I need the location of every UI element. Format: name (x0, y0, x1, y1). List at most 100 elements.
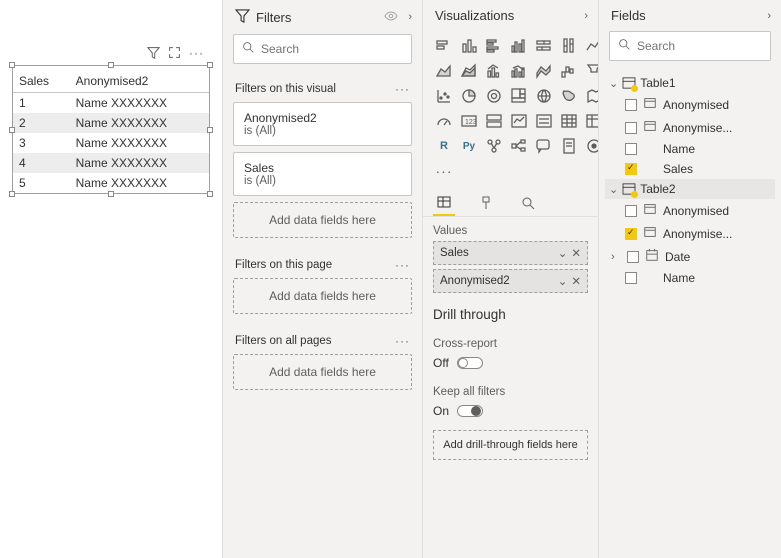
filter-card-sales[interactable]: Sales is (All) (233, 152, 412, 196)
format-tab[interactable] (475, 190, 497, 216)
qa-visual-icon[interactable] (533, 135, 555, 157)
field-item-anonymised[interactable]: Anonymised (605, 93, 775, 116)
field-item-name[interactable]: Name (605, 139, 775, 159)
collapse-pane-icon[interactable]: › (584, 10, 588, 22)
stacked-area-icon[interactable] (458, 60, 480, 82)
field-checkbox[interactable] (625, 163, 637, 175)
table-row[interactable]: 4Name XXXXXXX (13, 153, 209, 173)
table-row[interactable]: 5Name XXXXXXX (13, 173, 209, 193)
collapse-pane-icon[interactable]: › (408, 11, 412, 23)
field-checkbox[interactable] (625, 205, 637, 217)
fields-tab[interactable] (433, 190, 455, 216)
field-checkbox[interactable] (625, 272, 637, 284)
table-row[interactable]: 1Name XXXXXXX (13, 93, 209, 114)
kpi-icon[interactable] (508, 110, 530, 132)
field-checkbox[interactable] (625, 143, 637, 155)
filters-pane: Filters › Filters on this visual ··· Ano… (222, 0, 422, 558)
field-checkbox[interactable] (625, 122, 637, 134)
filled-map-icon[interactable] (558, 85, 580, 107)
slicer-icon[interactable] (533, 110, 555, 132)
value-field-anonymised2[interactable]: Anonymised2 ⌄✕ (433, 269, 588, 293)
field-checkbox[interactable] (625, 99, 637, 111)
filters-search-input[interactable] (261, 42, 416, 56)
table-row[interactable]: 2Name XXXXXXX (13, 113, 209, 133)
fields-search[interactable] (609, 31, 771, 61)
key-influencers-icon[interactable] (483, 135, 505, 157)
hundred-stacked-bar-icon[interactable] (533, 35, 555, 57)
chevron-down-icon[interactable] (609, 77, 618, 90)
field-item-name[interactable]: Name (605, 268, 775, 288)
multi-row-card-icon[interactable] (483, 110, 505, 132)
field-item-anonymise[interactable]: Anonymise... (605, 222, 775, 245)
r-visual-icon[interactable]: R (433, 135, 455, 157)
drill-through-drop[interactable]: Add drill-through fields here (433, 430, 588, 460)
remove-field-icon[interactable]: ✕ (571, 274, 581, 288)
keep-filters-toggle[interactable] (457, 405, 483, 417)
line-clustered-column-icon[interactable] (508, 60, 530, 82)
clustered-column-icon[interactable] (508, 35, 530, 57)
column-header[interactable]: Anonymised2 (70, 70, 209, 93)
field-item-sales[interactable]: Sales (605, 159, 775, 179)
filter-card-anonymised2[interactable]: Anonymised2 is (All) (233, 102, 412, 146)
gauge-icon[interactable] (433, 110, 455, 132)
table-row[interactable]: 3Name XXXXXXX (13, 133, 209, 153)
cross-report-label: Cross-report (423, 330, 598, 354)
field-item-anonymise[interactable]: Anonymise... (605, 116, 775, 139)
report-canvas[interactable]: ··· Sales Anonymised2 1Name XXXXXXX 2Nam… (0, 0, 222, 558)
stacked-column-icon[interactable] (458, 35, 480, 57)
viz-pane-title: Visualizations (435, 8, 514, 23)
python-visual-icon[interactable]: Py (458, 135, 480, 157)
eye-icon[interactable] (384, 9, 398, 26)
field-item-anonymised[interactable]: Anonymised (605, 199, 775, 222)
clustered-bar-icon[interactable] (483, 35, 505, 57)
filters-search[interactable] (233, 34, 412, 64)
area-chart-icon[interactable] (433, 60, 455, 82)
field-checkbox[interactable] (625, 228, 637, 240)
stacked-bar-icon[interactable] (433, 35, 455, 57)
pie-chart-icon[interactable] (458, 85, 480, 107)
more-options-icon[interactable]: ··· (395, 82, 410, 96)
add-page-filter-drop[interactable]: Add data fields here (233, 278, 412, 314)
table-node-table2[interactable]: Table2 (605, 179, 775, 199)
value-field-sales[interactable]: Sales ⌄✕ (433, 241, 588, 265)
field-label: Date (665, 250, 690, 264)
cross-report-toggle[interactable] (457, 357, 483, 369)
chevron-down-icon[interactable]: ⌄ (558, 246, 568, 260)
focus-mode-icon[interactable] (168, 46, 181, 62)
collapse-pane-icon[interactable]: › (767, 10, 771, 22)
filter-icon[interactable] (147, 46, 160, 62)
ribbon-chart-icon[interactable] (533, 60, 555, 82)
more-options-icon[interactable]: ··· (395, 258, 410, 272)
text-field-icon (643, 202, 657, 219)
fields-pane: Fields › Table1 Anonymised Anonymise... (598, 0, 781, 558)
table-icon[interactable] (558, 110, 580, 132)
more-options-icon[interactable]: ··· (395, 334, 410, 348)
remove-field-icon[interactable]: ✕ (571, 246, 581, 260)
map-icon[interactable] (533, 85, 555, 107)
paginated-report-icon[interactable] (558, 135, 580, 157)
field-item-date[interactable]: Date (605, 245, 775, 268)
analytics-tab[interactable] (517, 190, 539, 216)
more-options-icon[interactable]: ··· (189, 46, 204, 62)
hundred-stacked-column-icon[interactable] (558, 35, 580, 57)
decomposition-tree-icon[interactable] (508, 135, 530, 157)
column-header[interactable]: Sales (13, 70, 70, 93)
chevron-right-icon[interactable] (611, 251, 621, 263)
table-node-table1[interactable]: Table1 (605, 73, 775, 93)
chevron-down-icon[interactable] (609, 183, 618, 196)
field-checkbox[interactable] (627, 251, 639, 263)
fields-search-input[interactable] (637, 39, 781, 53)
table-visual[interactable]: Sales Anonymised2 1Name XXXXXXX 2Name XX… (12, 65, 210, 194)
add-visual-filter-drop[interactable]: Add data fields here (233, 202, 412, 238)
search-icon (242, 41, 255, 57)
more-visuals-icon[interactable]: ··· (433, 160, 455, 182)
line-column-icon[interactable] (483, 60, 505, 82)
waterfall-icon[interactable] (558, 60, 580, 82)
field-label: Name (663, 142, 695, 156)
card-icon[interactable]: 123 (458, 110, 480, 132)
chevron-down-icon[interactable]: ⌄ (558, 274, 568, 288)
treemap-icon[interactable] (508, 85, 530, 107)
scatter-icon[interactable] (433, 85, 455, 107)
add-report-filter-drop[interactable]: Add data fields here (233, 354, 412, 390)
donut-chart-icon[interactable] (483, 85, 505, 107)
